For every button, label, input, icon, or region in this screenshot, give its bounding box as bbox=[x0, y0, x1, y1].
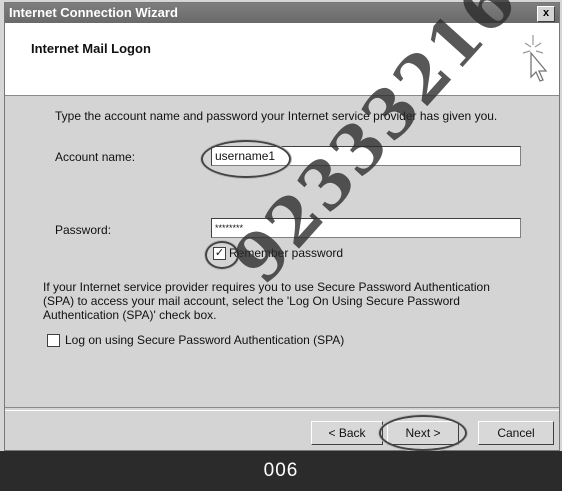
remember-checkbox-highlight bbox=[205, 241, 239, 269]
spa-info-text: If your Internet service provider requir… bbox=[43, 280, 490, 322]
spa-info-line-2: (SPA) to access your mail account, selec… bbox=[43, 294, 460, 308]
back-button[interactable]: < Back bbox=[311, 421, 383, 445]
spa-checkbox[interactable] bbox=[47, 334, 60, 347]
intro-text: Type the account name and password your … bbox=[55, 109, 498, 123]
close-button[interactable]: x bbox=[537, 6, 555, 22]
wizard-header: Internet Mail Logon bbox=[5, 23, 559, 96]
remember-password-label: Remember password bbox=[229, 246, 344, 260]
title-bar: Internet Connection Wizard x bbox=[5, 3, 559, 23]
button-separator bbox=[5, 407, 559, 411]
page-number: 006 bbox=[263, 460, 299, 481]
cancel-button[interactable]: Cancel bbox=[478, 421, 554, 445]
spa-info-line-1: If your Internet service provider requir… bbox=[43, 280, 490, 294]
password-input[interactable]: ******** bbox=[211, 218, 521, 238]
next-button-highlight bbox=[379, 415, 467, 451]
close-icon: x bbox=[542, 7, 550, 19]
spa-checkbox-label: Log on using Secure Password Authenticat… bbox=[65, 333, 345, 347]
wizard-window: Internet Connection Wizard x Internet Ma… bbox=[4, 2, 560, 451]
page-title: Internet Mail Logon bbox=[31, 41, 151, 56]
account-name-label: Account name: bbox=[55, 150, 136, 164]
password-label: Password: bbox=[55, 223, 112, 237]
wizard-cursor-icon bbox=[522, 35, 548, 82]
spa-info-line-3: Authentication (SPA)' check box. bbox=[43, 308, 217, 322]
window-title: Internet Connection Wizard bbox=[9, 5, 178, 20]
account-name-highlight bbox=[201, 140, 291, 178]
page-number-bar: 006 bbox=[0, 451, 562, 491]
